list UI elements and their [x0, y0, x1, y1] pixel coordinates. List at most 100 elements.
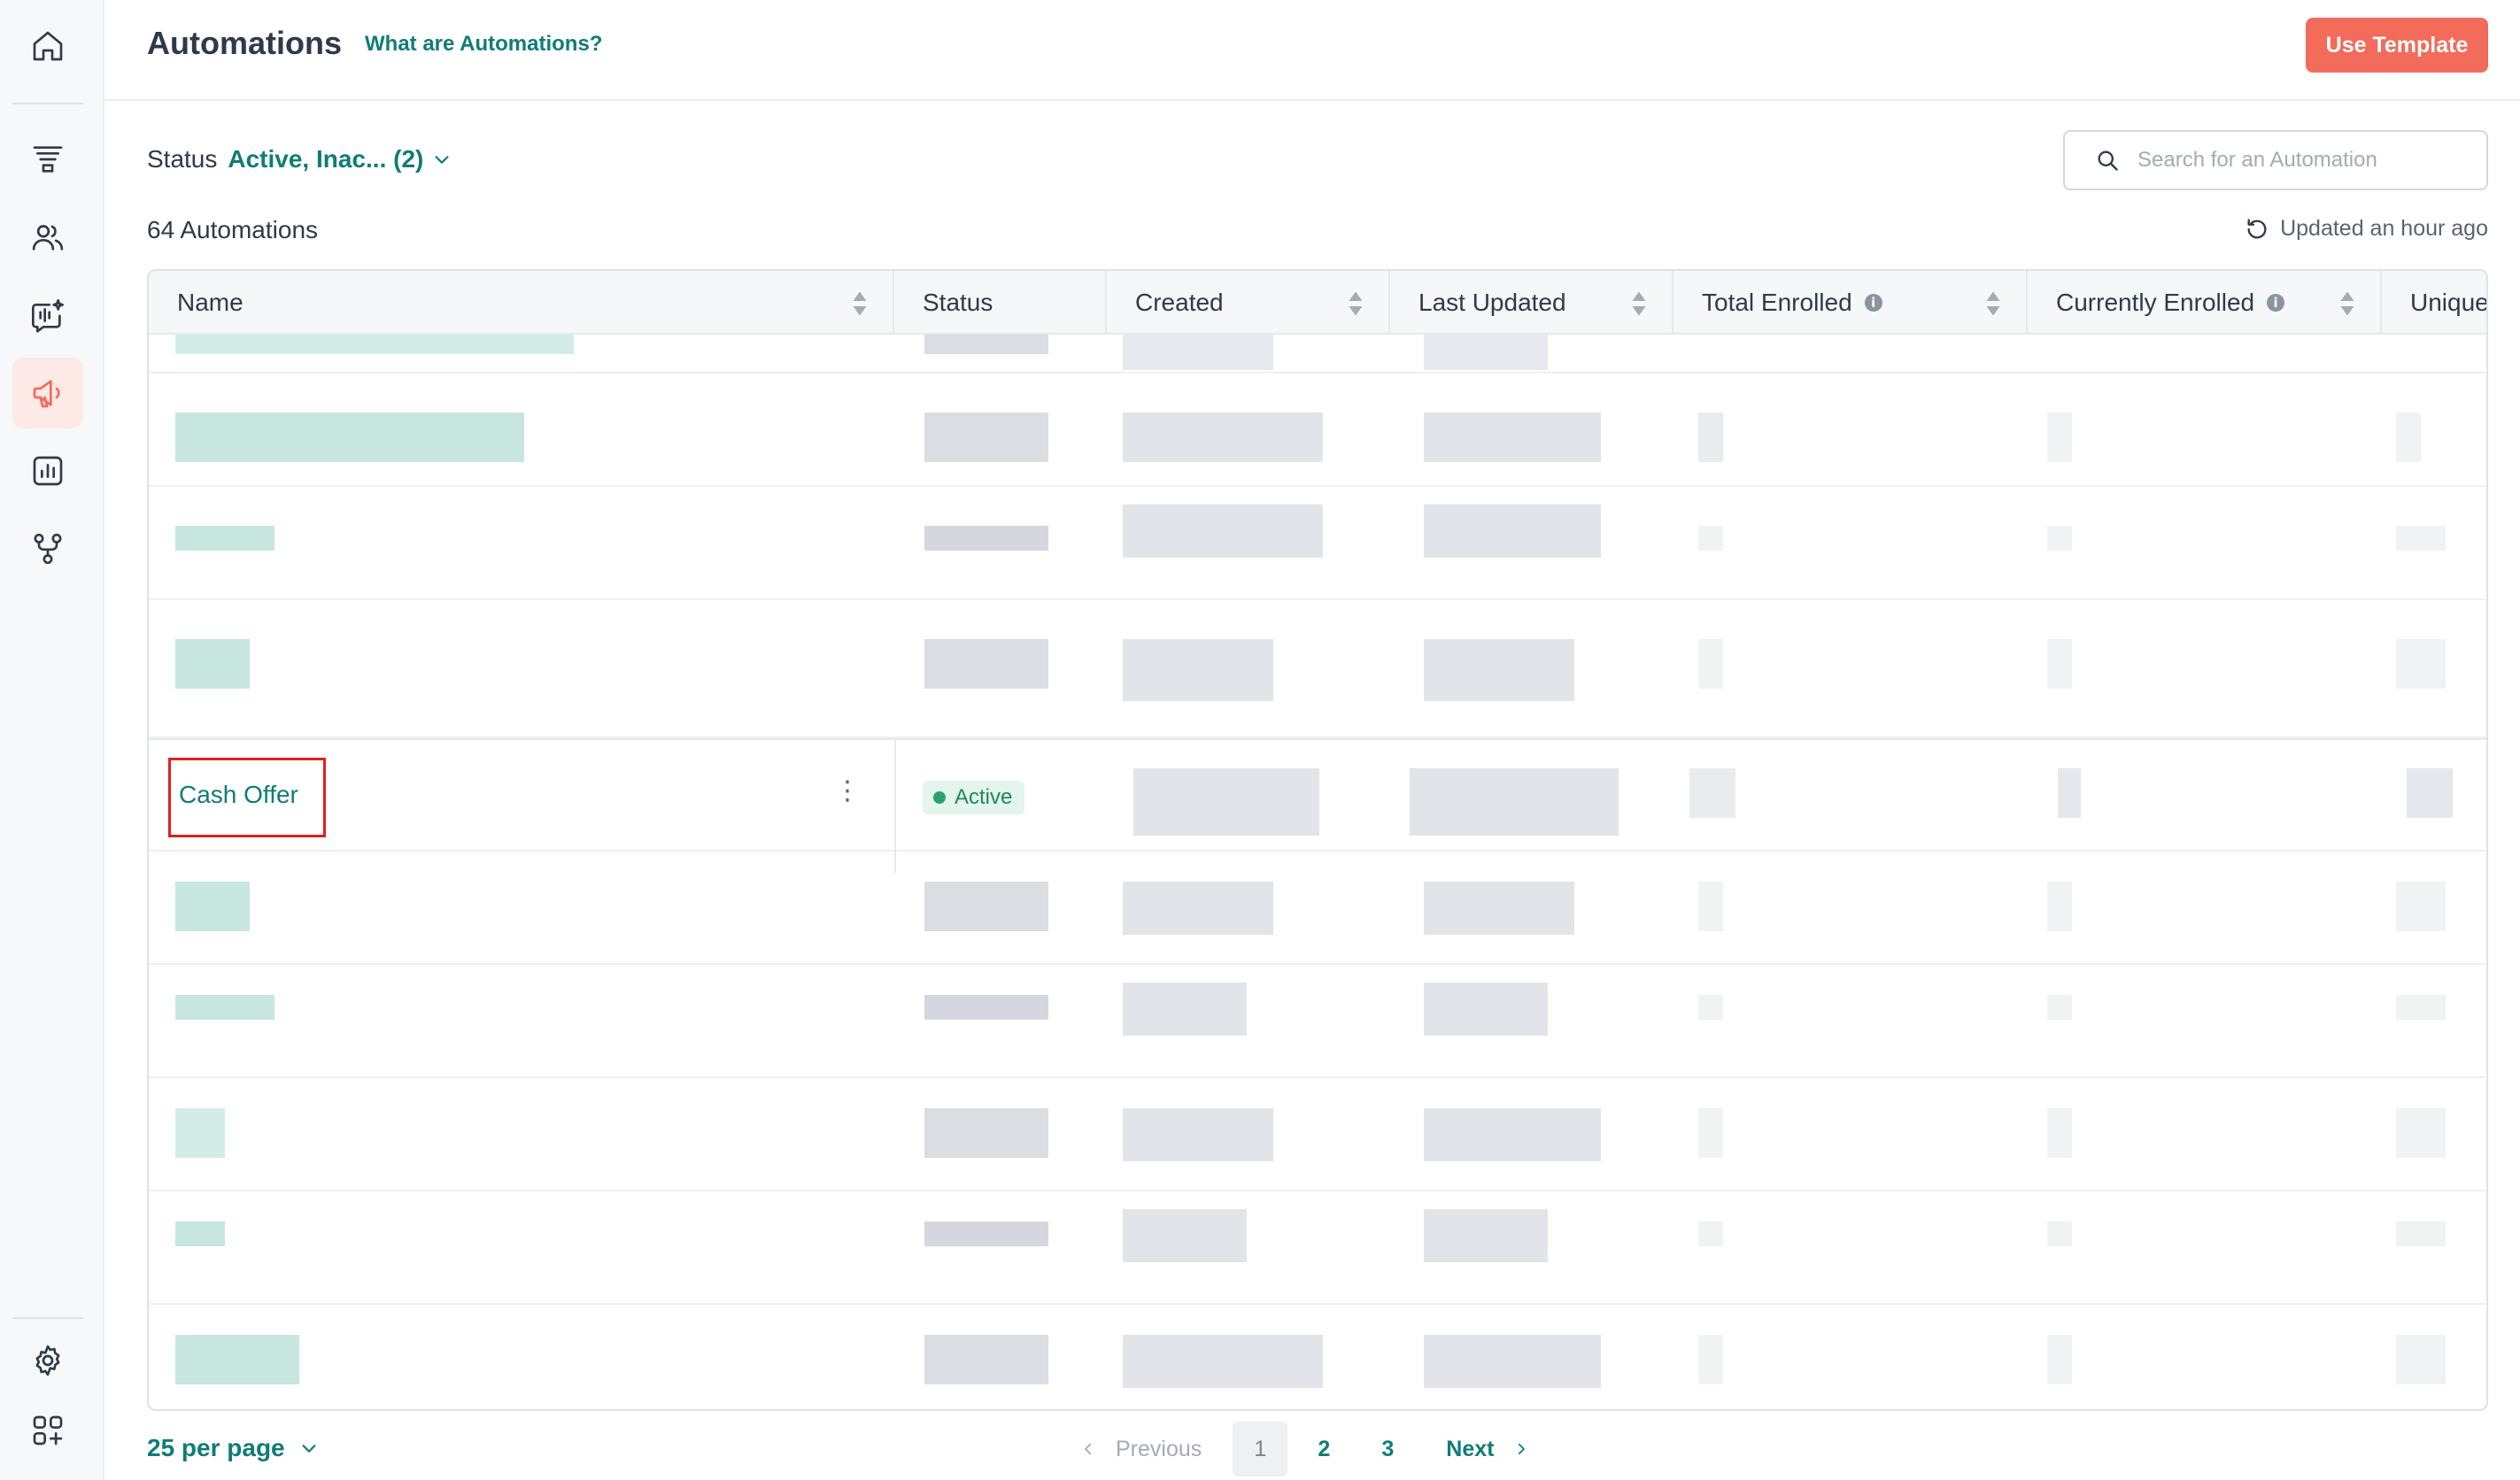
sort-icon[interactable]	[1348, 290, 1364, 317]
column-header-total-enrolled[interactable]: Total Enrolled i	[1674, 271, 2028, 335]
page-header: Automations What are Automations? Use Te…	[104, 0, 2520, 101]
sidebar-item-workflows[interactable]	[12, 513, 83, 584]
blurred-date	[1123, 983, 1247, 1036]
blurred-count	[2396, 1222, 2446, 1246]
blurred-count	[2396, 412, 2421, 462]
blurred-count	[2047, 639, 2072, 689]
blurred-date	[1424, 1209, 1548, 1262]
page-button-3[interactable]: 3	[1360, 1422, 1415, 1476]
blurred-count	[1698, 412, 1723, 462]
table-row[interactable]	[149, 600, 2486, 738]
blurred-date	[1123, 335, 1273, 370]
what-are-automations-link[interactable]: What are Automations?	[365, 32, 602, 57]
updated-text: Updated an hour ago	[2280, 216, 2488, 241]
blurred-status	[924, 1222, 1048, 1246]
blurred-count	[2058, 768, 2081, 818]
table-row[interactable]	[149, 374, 2486, 487]
sort-icon[interactable]	[1985, 290, 2001, 317]
table-row[interactable]	[149, 335, 2486, 374]
active-dot-icon	[933, 791, 946, 804]
column-header-unique[interactable]: Unique	[2382, 271, 2486, 335]
megaphone-icon	[33, 380, 60, 408]
sidebar-item-pipeline[interactable]	[12, 124, 83, 195]
blurred-count	[2396, 639, 2446, 689]
chevron-down-icon[interactable]	[299, 1438, 319, 1458]
blurred-count	[2047, 995, 2072, 1020]
status-filter-value[interactable]: Active, Inac... (2)	[228, 145, 423, 173]
chevron-left-icon	[1085, 1443, 1092, 1455]
status-filter[interactable]: Status Active, Inac... (2)	[147, 145, 452, 173]
blurred-date	[1424, 1108, 1601, 1161]
next-page-button[interactable]: Next	[1446, 1437, 1529, 1462]
info-icon[interactable]: i	[2267, 294, 2285, 312]
blurred-count	[1689, 768, 1735, 818]
per-page-select[interactable]: 25 per page	[147, 1434, 319, 1462]
table-row[interactable]	[149, 1078, 2486, 1191]
chevron-right-icon	[1519, 1443, 1526, 1455]
search-box[interactable]	[2063, 130, 2488, 190]
column-header-created[interactable]: Created	[1107, 271, 1390, 335]
sidebar-item-contacts[interactable]	[12, 202, 83, 273]
chevron-down-icon[interactable]	[432, 150, 452, 169]
blurred-date	[1123, 1209, 1247, 1262]
blurred-status	[924, 1108, 1048, 1158]
table-row-cash-offer[interactable]: Cash Offer ⋮ Active	[149, 738, 2486, 873]
column-header-name[interactable]: Name	[149, 271, 894, 335]
table-row[interactable]	[149, 1191, 2486, 1305]
blurred-date	[1424, 335, 1548, 370]
table-row[interactable]	[149, 487, 2486, 600]
use-template-button[interactable]: Use Template	[2306, 18, 2488, 73]
blurred-name	[175, 882, 250, 931]
sidebar-item-home[interactable]	[12, 11, 83, 81]
blurred-status	[924, 1335, 1048, 1384]
column-header-last-updated[interactable]: Last Updated	[1390, 271, 1674, 335]
blurred-date	[1424, 639, 1574, 701]
sidebar-divider	[12, 1317, 83, 1319]
blurred-date	[1133, 768, 1319, 836]
sidebar	[0, 0, 104, 1480]
blurred-date	[1123, 1108, 1273, 1161]
workflow-icon	[34, 533, 62, 565]
table-row[interactable]	[149, 965, 2486, 1078]
column-header-status: Status	[894, 271, 1107, 335]
blurred-name	[175, 995, 274, 1020]
sidebar-item-reports[interactable]	[12, 436, 83, 506]
previous-page-button[interactable]: Previous	[1080, 1437, 1202, 1462]
info-icon[interactable]: i	[1864, 294, 1882, 312]
automations-table: Name Status Created Last Updated Total E…	[147, 269, 2488, 1411]
status-badge: Active	[923, 781, 1025, 814]
blurred-date	[1123, 639, 1273, 701]
column-header-currently-enrolled[interactable]: Currently Enrolled i	[2028, 271, 2382, 335]
blurred-date	[1424, 412, 1601, 462]
sort-icon[interactable]	[852, 290, 868, 317]
per-page-value[interactable]: 25 per page	[147, 1434, 285, 1462]
page-title: Automations	[147, 25, 342, 61]
blurred-status	[924, 526, 1048, 551]
blurred-count	[2396, 526, 2446, 551]
blurred-name	[175, 526, 274, 551]
blurred-date	[1123, 882, 1273, 935]
blurred-count	[2047, 1108, 2072, 1158]
search-input[interactable]	[2137, 148, 2456, 173]
sidebar-item-settings[interactable]	[12, 1325, 83, 1396]
blurred-name	[175, 639, 250, 689]
sort-icon[interactable]	[1631, 290, 1647, 317]
page-button-1[interactable]: 1	[1233, 1422, 1288, 1476]
refresh-status[interactable]: Updated an hour ago	[2245, 216, 2488, 242]
refresh-icon[interactable]	[2245, 217, 2269, 242]
sidebar-item-apps[interactable]	[12, 1395, 83, 1466]
blurred-count	[2047, 412, 2072, 462]
sidebar-item-automations[interactable]	[12, 358, 83, 428]
page-button-2[interactable]: 2	[1296, 1422, 1351, 1476]
sort-icon[interactable]	[2339, 290, 2355, 317]
row-menu-icon[interactable]: ⋮	[834, 775, 861, 806]
blurred-date	[1123, 412, 1323, 462]
blurred-date	[1424, 882, 1574, 935]
blurred-count	[1698, 882, 1723, 931]
table-row[interactable]	[149, 1305, 2486, 1409]
blurred-date	[1123, 505, 1323, 558]
contacts-icon	[32, 225, 64, 251]
table-row[interactable]	[149, 852, 2486, 965]
sidebar-item-conversations[interactable]	[12, 280, 83, 351]
blurred-date	[1424, 505, 1601, 558]
